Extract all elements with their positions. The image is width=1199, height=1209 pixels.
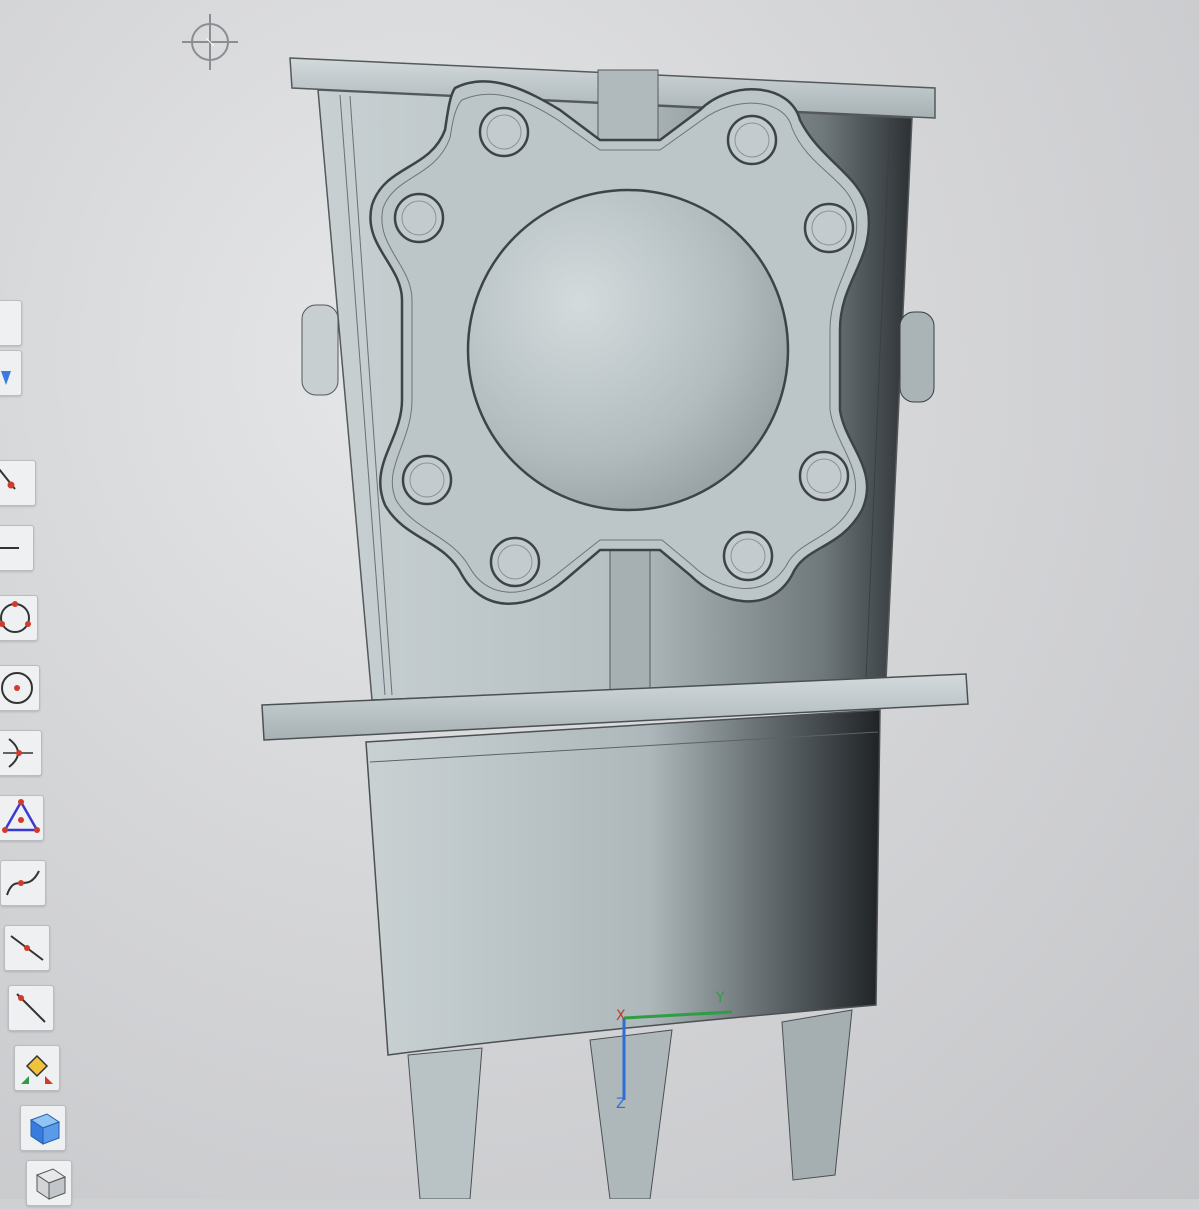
cube-wire-icon bbox=[35, 1168, 67, 1200]
circle-center-tool[interactable] bbox=[0, 665, 40, 711]
circle-three-point-tool[interactable] bbox=[0, 595, 38, 641]
line-segment-tool[interactable] bbox=[4, 925, 50, 971]
cube-wire-tool[interactable] bbox=[26, 1160, 72, 1206]
axis-z-label: Z bbox=[616, 1096, 626, 1110]
cube-blue-tool[interactable] bbox=[20, 1105, 66, 1151]
arc-tool[interactable] bbox=[0, 730, 42, 776]
line-icon bbox=[0, 547, 19, 549]
line-segment-icon bbox=[10, 935, 44, 961]
arc-icon bbox=[3, 738, 33, 768]
3d-viewport[interactable]: X Y Z bbox=[0, 0, 1199, 1199]
axis-triad: X Y Z bbox=[616, 990, 733, 1110]
sketch-toolbar bbox=[0, 300, 78, 1206]
cube-blue-icon bbox=[29, 1113, 61, 1145]
partial-tool-blue[interactable] bbox=[0, 350, 22, 396]
axis-x-label: X bbox=[616, 1008, 626, 1024]
valve-body-model[interactable] bbox=[0, 0, 1199, 1199]
axis-y-label: Y bbox=[715, 990, 725, 1006]
partial-tool-top[interactable] bbox=[0, 300, 22, 346]
triangle-icon bbox=[2, 799, 40, 833]
line-tool[interactable] bbox=[0, 525, 34, 571]
point-tool[interactable] bbox=[0, 460, 36, 506]
polyline-tool[interactable] bbox=[8, 985, 54, 1031]
constraint-tool[interactable] bbox=[14, 1045, 60, 1091]
triangle-tool[interactable] bbox=[0, 795, 44, 841]
spline-tool[interactable] bbox=[0, 860, 46, 906]
spline-icon bbox=[6, 870, 40, 896]
blue-arrow-icon bbox=[1, 371, 11, 385]
point-icon bbox=[0, 468, 16, 490]
circle-three-point-icon bbox=[0, 601, 31, 633]
polyline-icon bbox=[16, 993, 46, 1023]
constraint-icon bbox=[21, 1054, 53, 1084]
circle-center-icon bbox=[1, 672, 33, 704]
